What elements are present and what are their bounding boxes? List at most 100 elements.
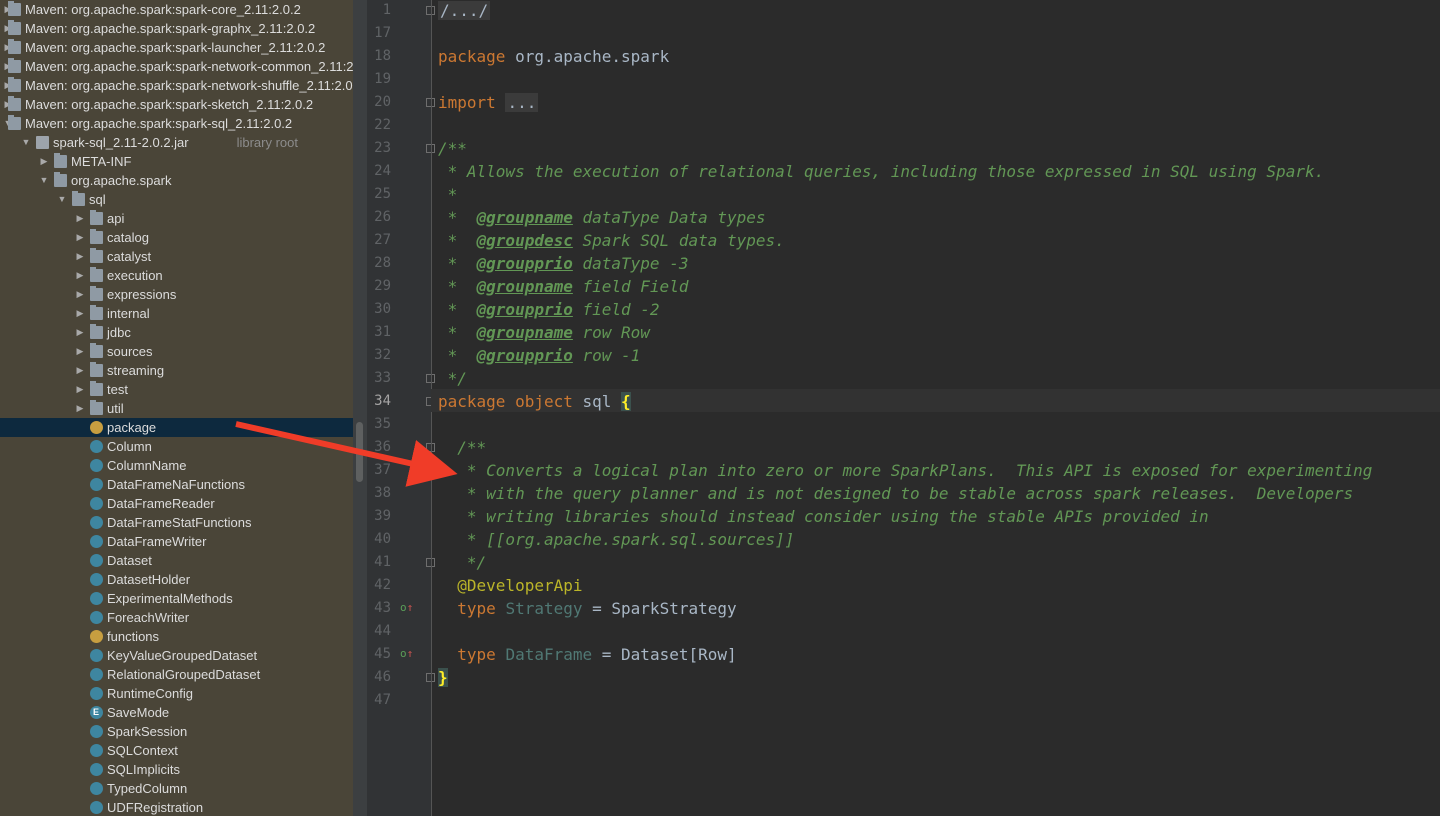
expand-arrow-closed-icon[interactable]: ▶ bbox=[75, 304, 85, 323]
tree-item[interactable]: ▶ expressions bbox=[0, 285, 353, 304]
overrides-marker-icon[interactable]: o↑ bbox=[400, 601, 413, 614]
code-line[interactable]: */ bbox=[438, 367, 467, 390]
code-token: @groupname bbox=[476, 323, 573, 342]
expand-arrow-closed-icon[interactable]: ▶ bbox=[39, 152, 49, 171]
expand-arrow-closed-icon[interactable]: ▶ bbox=[75, 228, 85, 247]
scrollbar-thumb[interactable] bbox=[356, 422, 363, 482]
tree-item[interactable]: SQLContext bbox=[0, 741, 353, 760]
code-token: row -1 bbox=[572, 346, 641, 365]
code-line[interactable]: * @groupdesc Spark SQL data types. bbox=[438, 229, 785, 252]
tree-item[interactable]: ▶ catalog bbox=[0, 228, 353, 247]
tree-item[interactable]: ▶ execution bbox=[0, 266, 353, 285]
code-line[interactable]: type DataFrame = Dataset[Row] bbox=[438, 643, 736, 666]
tree-item[interactable]: ▶ jdbc bbox=[0, 323, 353, 342]
tree-item[interactable]: TypedColumn bbox=[0, 779, 353, 798]
code-line[interactable]: /.../ bbox=[438, 0, 491, 22]
tree-item[interactable]: ExperimentalMethods bbox=[0, 589, 353, 608]
tree-item[interactable]: ▶ util bbox=[0, 399, 353, 418]
code-line[interactable]: * [[org.apache.spark.sql.sources]] bbox=[438, 528, 795, 551]
expand-arrow-closed-icon[interactable]: ▶ bbox=[75, 342, 85, 361]
code-line[interactable]: * with the query planner and is not desi… bbox=[438, 482, 1353, 505]
tree-item[interactable]: ▶ internal bbox=[0, 304, 353, 323]
tree-item[interactable]: ▶ sources bbox=[0, 342, 353, 361]
code-line[interactable]: package object sql { bbox=[438, 390, 631, 413]
code-line[interactable]: * @groupname dataType Data types bbox=[438, 206, 766, 229]
expand-arrow-closed-icon[interactable]: ▶ bbox=[75, 399, 85, 418]
code-line[interactable]: * @groupprio field -2 bbox=[438, 298, 660, 321]
tree-item[interactable]: ▼Maven: org.apache.spark:spark-sql_2.11:… bbox=[0, 114, 353, 133]
tree-item[interactable]: DatasetHolder bbox=[0, 570, 353, 589]
tree-item[interactable]: ▶Maven: org.apache.spark:spark-network-c… bbox=[0, 57, 353, 76]
tree-item[interactable]: functions bbox=[0, 627, 353, 646]
code-line[interactable]: * Converts a logical plan into zero or m… bbox=[438, 459, 1373, 482]
line-number: 30 bbox=[374, 301, 391, 317]
code-token: Spark SQL data types. bbox=[572, 231, 785, 250]
tree-item[interactable]: ▶ META-INF bbox=[0, 152, 353, 171]
code-line[interactable]: * writing libraries should instead consi… bbox=[438, 505, 1209, 528]
code-line[interactable]: import ... bbox=[438, 91, 539, 114]
expand-arrow-closed-icon[interactable]: ▶ bbox=[75, 323, 85, 342]
expand-arrow-open-icon[interactable]: ▼ bbox=[21, 133, 31, 152]
code-line[interactable]: */ bbox=[438, 551, 486, 574]
expand-arrow-open-icon[interactable]: ▼ bbox=[39, 171, 49, 190]
expand-arrow-closed-icon[interactable]: ▶ bbox=[75, 361, 85, 380]
tree-item[interactable]: Column bbox=[0, 437, 353, 456]
code-line[interactable]: type Strategy = SparkStrategy bbox=[438, 597, 736, 620]
tree-item[interactable]: ▼ sql bbox=[0, 190, 353, 209]
tree-item[interactable]: SparkSession bbox=[0, 722, 353, 741]
tree-item[interactable]: RelationalGroupedDataset bbox=[0, 665, 353, 684]
expand-arrow-closed-icon[interactable]: ▶ bbox=[75, 247, 85, 266]
tree-item[interactable]: ▶Maven: org.apache.spark:spark-network-s… bbox=[0, 76, 353, 95]
code-editor[interactable]: 1 17 18 19 20 22 23 24 25 26 27 28 29 30 31 32 33 34 35 36 3… bbox=[367, 0, 1440, 816]
tree-item[interactable]: ▶ streaming bbox=[0, 361, 353, 380]
tree-item[interactable]: ▼ org.apache.spark bbox=[0, 171, 353, 190]
code-line[interactable]: } bbox=[438, 666, 448, 689]
code-line[interactable]: * @groupprio dataType -3 bbox=[438, 252, 689, 275]
tree-item[interactable]: ForeachWriter bbox=[0, 608, 353, 627]
tree-item[interactable]: DataFrameWriter bbox=[0, 532, 353, 551]
tree-item[interactable]: ColumnName bbox=[0, 456, 353, 475]
tree-item[interactable]: Dataset bbox=[0, 551, 353, 570]
tree-item[interactable]: RuntimeConfig bbox=[0, 684, 353, 703]
project-tree-panel[interactable]: ▶ Maven: org.apache.spark:spark-core_2.11… bbox=[0, 0, 353, 816]
expand-arrow-closed-icon[interactable]: ▶ bbox=[75, 266, 85, 285]
code-line[interactable]: * @groupname field Field bbox=[438, 275, 689, 298]
tree-item[interactable]: ▶Maven: org.apache.spark:spark-graphx_2.… bbox=[0, 19, 353, 38]
expand-arrow-closed-icon[interactable]: ▶ bbox=[75, 380, 85, 399]
tree-item[interactable]: ▼ spark-sql_2.11-2.0.2.jar library root bbox=[0, 133, 353, 152]
tree-item[interactable]: ▶Maven: org.apache.spark:spark-launcher_… bbox=[0, 38, 353, 57]
tree-item[interactable]: E SaveMode bbox=[0, 703, 353, 722]
expand-arrow-closed-icon[interactable]: ▶ bbox=[75, 209, 85, 228]
tree-item[interactable]: DataFrameNaFunctions bbox=[0, 475, 353, 494]
tree-item[interactable]: UDFRegistration bbox=[0, 798, 353, 816]
line-number: 23 bbox=[374, 140, 391, 156]
tree-item[interactable]: package bbox=[0, 418, 353, 437]
tree-item[interactable]: DataFrameReader bbox=[0, 494, 353, 513]
tree-item[interactable]: SQLImplicits bbox=[0, 760, 353, 779]
code-line[interactable]: * @groupprio row -1 bbox=[438, 344, 641, 367]
code-line[interactable]: @DeveloperApi bbox=[438, 574, 582, 597]
tree-item[interactable]: ▶ test bbox=[0, 380, 353, 399]
tree-item[interactable]: ▶Maven: org.apache.spark:spark-sketch_2.… bbox=[0, 95, 353, 114]
expand-arrow-closed-icon[interactable]: ▶ bbox=[75, 285, 85, 304]
code-line[interactable]: * bbox=[438, 183, 458, 206]
tree-item-label: RelationalGroupedDataset bbox=[107, 667, 261, 682]
tree-item[interactable]: DataFrameStatFunctions bbox=[0, 513, 353, 532]
code-token: type bbox=[457, 645, 496, 664]
tree-item[interactable]: ▶Maven: org.apache.spark:spark-core_2.11… bbox=[0, 0, 353, 19]
tree-item[interactable]: ▶ api bbox=[0, 209, 353, 228]
overrides-marker-icon[interactable]: o↑ bbox=[400, 647, 413, 660]
code-line[interactable]: /** bbox=[438, 436, 486, 459]
tree-item[interactable]: ▶ catalyst bbox=[0, 247, 353, 266]
code-line[interactable]: * Allows the execution of relational que… bbox=[438, 160, 1325, 183]
tree-item-label: Maven: org.apache.spark:spark-network-co… bbox=[25, 59, 353, 74]
package-icon bbox=[72, 191, 85, 206]
project-tree-scrollbar[interactable] bbox=[353, 0, 367, 816]
expand-arrow-open-icon[interactable]: ▼ bbox=[57, 190, 67, 209]
code-line[interactable]: * @groupname row Row bbox=[438, 321, 650, 344]
tree-item-label: SparkSession bbox=[107, 724, 188, 739]
code-line[interactable]: /** bbox=[438, 137, 467, 160]
tree-item-label: Maven: org.apache.spark:spark-sql_2.11:2… bbox=[25, 116, 293, 131]
tree-item[interactable]: KeyValueGroupedDataset bbox=[0, 646, 353, 665]
code-line[interactable]: package org.apache.spark bbox=[438, 45, 669, 68]
